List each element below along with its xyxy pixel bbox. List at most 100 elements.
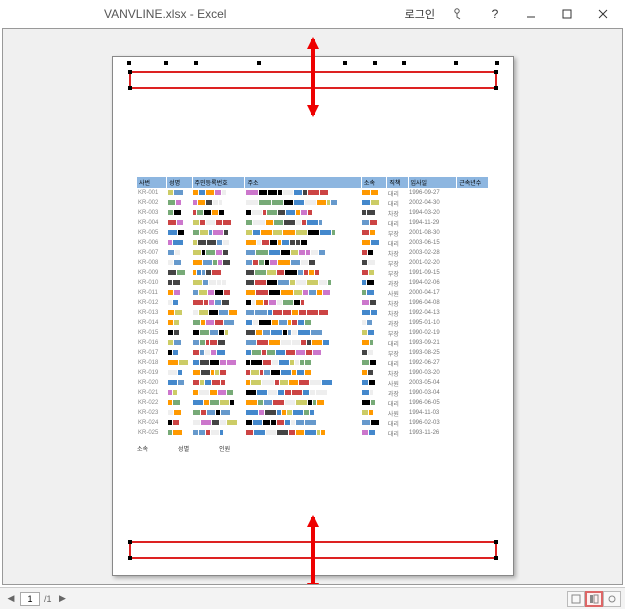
row-years: [457, 278, 489, 288]
table-cell: [192, 398, 245, 408]
table-row: KR-002대리2002-04-30: [137, 198, 489, 208]
row-date: 1993-11-26: [408, 428, 457, 438]
table-cell: [361, 328, 386, 338]
row-title: 대리: [387, 218, 408, 228]
row-id: KR-011: [137, 288, 167, 298]
row-title: 사원: [387, 288, 408, 298]
row-title: 부장: [387, 268, 408, 278]
minimize-button[interactable]: [513, 3, 549, 25]
table-cell: [192, 248, 245, 258]
view-margins-button[interactable]: [603, 591, 621, 607]
table-cell: [361, 218, 386, 228]
row-years: [457, 308, 489, 318]
row-years: [457, 408, 489, 418]
table-header: 직책: [387, 177, 408, 188]
table-cell: [167, 308, 192, 318]
table-cell: [167, 348, 192, 358]
table-cell: [245, 238, 361, 248]
prev-page-button[interactable]: ◀: [4, 592, 18, 606]
table-header: 사번: [137, 177, 167, 188]
next-page-button[interactable]: ▶: [56, 592, 70, 606]
table-cell: [167, 268, 192, 278]
table-cell: [245, 268, 361, 278]
row-years: [457, 268, 489, 278]
row-date: 1990-02-19: [408, 328, 457, 338]
row-id: KR-022: [137, 398, 167, 408]
table-cell: [245, 428, 361, 438]
table-cell: [245, 308, 361, 318]
table-cell: [167, 388, 192, 398]
table-row: KR-015부장1990-02-19: [137, 328, 489, 338]
row-id: KR-008: [137, 258, 167, 268]
table-cell: [361, 348, 386, 358]
table-cell: [192, 268, 245, 278]
table-row: KR-003차장1994-03-20: [137, 208, 489, 218]
table-cell: [192, 428, 245, 438]
print-preview-area: 사번성명주민등록번호주소소속직책입사일근속년수 KR-001대리1996-09-…: [2, 28, 623, 585]
row-title: 대리: [387, 238, 408, 248]
table-cell: [167, 288, 192, 298]
row-id: KR-002: [137, 198, 167, 208]
row-id: KR-005: [137, 228, 167, 238]
row-title: 대리: [387, 188, 408, 198]
row-date: 1995-01-10: [408, 318, 457, 328]
table-cell: [192, 298, 245, 308]
table-cell: [167, 298, 192, 308]
table-cell: [245, 188, 361, 198]
table-cell: [167, 248, 192, 258]
table-cell: [245, 298, 361, 308]
table-cell: [192, 278, 245, 288]
view-page-layout-button[interactable]: [585, 591, 603, 607]
row-id: KR-003: [137, 208, 167, 218]
table-row: KR-022대리1996-06-05: [137, 398, 489, 408]
row-years: [457, 258, 489, 268]
page-number-input[interactable]: [20, 592, 40, 606]
table-row: KR-018대리1992-06-27: [137, 358, 489, 368]
row-id: KR-021: [137, 388, 167, 398]
row-date: 2002-04-30: [408, 198, 457, 208]
sheet-content: 사번성명주민등록번호주소소속직책입사일근속년수 KR-001대리1996-09-…: [137, 177, 489, 453]
table-cell: [192, 338, 245, 348]
table-cell: [167, 358, 192, 368]
table-cell: [192, 378, 245, 388]
row-date: 1994-03-20: [408, 208, 457, 218]
table-cell: [192, 288, 245, 298]
table-header: 주소: [245, 177, 361, 188]
row-id: KR-012: [137, 298, 167, 308]
row-date: 2003-05-04: [408, 378, 457, 388]
table-cell: [361, 288, 386, 298]
table-cell: [192, 348, 245, 358]
touch-mode-icon[interactable]: [441, 3, 477, 25]
legend-label: 소속: [137, 447, 148, 453]
table-row: KR-024대리1996-02-03: [137, 418, 489, 428]
table-cell: [167, 428, 192, 438]
row-id: KR-015: [137, 328, 167, 338]
table-cell: [192, 318, 245, 328]
close-button[interactable]: [585, 3, 621, 25]
row-title: 차장: [387, 248, 408, 258]
row-date: 2001-08-30: [408, 228, 457, 238]
table-row: KR-025대리1993-11-26: [137, 428, 489, 438]
table-cell: [245, 328, 361, 338]
table-cell: [192, 328, 245, 338]
table-cell: [245, 218, 361, 228]
table-cell: [192, 258, 245, 268]
row-date: 1991-09-15: [408, 268, 457, 278]
table-cell: [167, 378, 192, 388]
row-years: [457, 388, 489, 398]
help-icon[interactable]: ?: [477, 3, 513, 25]
row-date: 1994-11-29: [408, 218, 457, 228]
row-date: 1990-03-20: [408, 368, 457, 378]
table-cell: [192, 358, 245, 368]
table-cell: [192, 238, 245, 248]
table-cell: [361, 268, 386, 278]
login-label[interactable]: 로그인: [405, 6, 435, 22]
row-id: KR-020: [137, 378, 167, 388]
row-date: 2000-04-17: [408, 288, 457, 298]
row-date: 2003-02-28: [408, 248, 457, 258]
table-cell: [361, 398, 386, 408]
row-title: 부장: [387, 258, 408, 268]
view-normal-button[interactable]: [567, 591, 585, 607]
maximize-button[interactable]: [549, 3, 585, 25]
page-navigator: ◀ /1 ▶: [4, 592, 70, 606]
